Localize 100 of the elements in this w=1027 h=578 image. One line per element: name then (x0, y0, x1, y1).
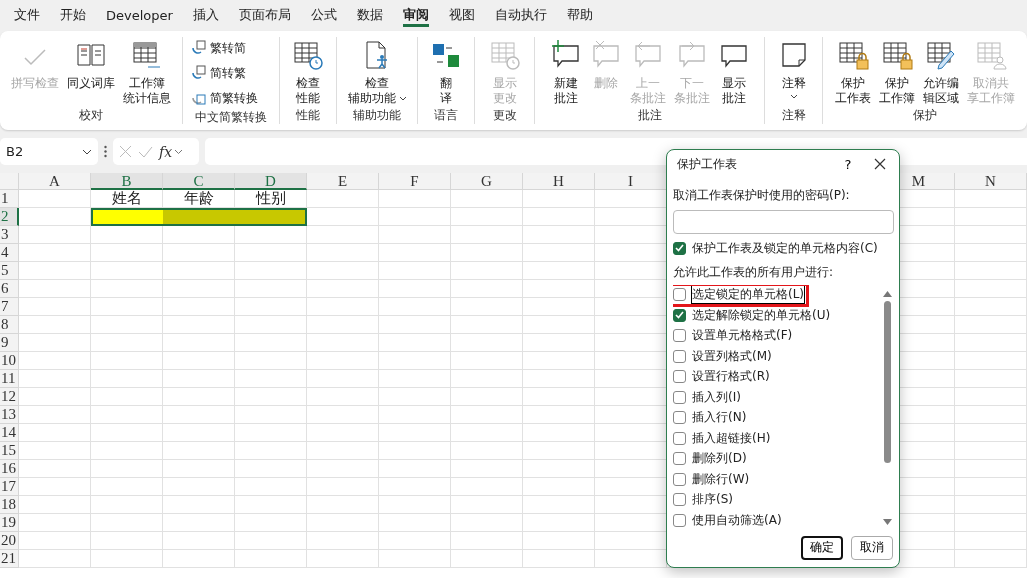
column-header[interactable]: I (595, 173, 667, 190)
cancel-icon[interactable] (119, 145, 132, 158)
caret-icon (174, 148, 184, 155)
menu-tab[interactable]: Developer (96, 2, 183, 28)
column-header[interactable]: N (955, 173, 1027, 190)
more-icon[interactable] (104, 145, 107, 158)
column-header[interactable]: G (451, 173, 523, 190)
menu-tab[interactable]: 文件 (4, 2, 50, 28)
row-header[interactable]: 6 (0, 280, 19, 298)
row-header[interactable]: 1 (0, 190, 19, 208)
ribbon-button[interactable]: 允许编辑区域 (920, 37, 962, 107)
dialog-title: 保护工作表 (677, 155, 738, 173)
checkbox-label: 删除行(W) (692, 470, 750, 488)
column-header[interactable]: F (379, 173, 451, 190)
group-label: 性能 (295, 107, 321, 124)
menu-tab[interactable]: 视图 (438, 2, 485, 28)
row-header[interactable]: 18 (0, 496, 19, 514)
checkbox[interactable] (673, 288, 686, 302)
row-header[interactable]: 4 (0, 244, 19, 262)
ribbon-button[interactable]: 保护工作簿 (876, 37, 918, 107)
check-icon[interactable] (138, 145, 153, 158)
row-header[interactable]: 19 (0, 514, 19, 532)
ribbon-button[interactable]: 简繁转换 (187, 87, 275, 109)
menu-tab[interactable]: 页面布局 (228, 2, 301, 28)
checkbox[interactable] (673, 329, 686, 343)
checkbox[interactable] (673, 513, 686, 527)
menu-tab[interactable]: 审阅 (392, 2, 439, 28)
column-header[interactable]: C (163, 173, 235, 190)
checkbox-label: 使用自动筛选(A) (692, 511, 782, 529)
row-header[interactable]: 11 (0, 370, 19, 388)
checkbox[interactable] (673, 349, 686, 363)
row-header[interactable]: 10 (0, 352, 19, 370)
scroll-down-icon[interactable] (882, 518, 892, 525)
ribbon-button[interactable]: 显示批注 (714, 37, 753, 107)
row-header[interactable]: 3 (0, 226, 19, 244)
checkbox[interactable] (673, 493, 686, 507)
scroll-up-icon[interactable] (882, 290, 892, 297)
scrollbar-thumb[interactable] (883, 300, 891, 463)
menu-tab[interactable]: 公式 (300, 2, 347, 28)
ribbon-button[interactable]: 同义词库 (64, 37, 118, 107)
column-header[interactable]: E (307, 173, 379, 190)
row-header[interactable]: 15 (0, 442, 19, 460)
menu-tab[interactable]: 自动执行 (484, 2, 557, 28)
cancel-button[interactable]: 取消 (851, 535, 893, 560)
insert-function-button[interactable]: fx (159, 143, 184, 160)
group-label: 注释 (780, 107, 807, 124)
filled-cell[interactable] (163, 208, 235, 226)
row-header[interactable]: 14 (0, 424, 19, 442)
ok-button[interactable]: 确定 (801, 535, 843, 560)
checkbox[interactable] (673, 431, 686, 445)
filled-cell[interactable] (235, 208, 307, 226)
checkbox[interactable] (673, 241, 686, 255)
row-header[interactable]: 9 (0, 334, 19, 352)
ribbon-button[interactable]: 翻译 (427, 37, 465, 107)
menu-tab[interactable]: 数据 (346, 2, 393, 28)
filled-cell[interactable] (91, 208, 163, 226)
checkbox-label: 插入超链接(H) (692, 429, 771, 447)
ribbon-button[interactable]: 保护工作表 (832, 37, 874, 107)
column-header[interactable]: D (235, 173, 307, 190)
menu-tab[interactable]: 开始 (50, 2, 96, 28)
table-cell[interactable]: 姓名 (91, 190, 163, 208)
column-header[interactable]: B (91, 173, 163, 190)
row-header[interactable]: 13 (0, 406, 19, 424)
ribbon-button[interactable]: 检查辅助功能 (344, 37, 410, 107)
convert-icon (190, 65, 206, 81)
table-cell[interactable]: 性别 (235, 190, 307, 208)
checkbox-label: 删除列(D) (692, 450, 747, 468)
row-header[interactable]: 17 (0, 478, 19, 496)
row-header[interactable]: 7 (0, 298, 19, 316)
checkbox-label: 选定锁定的单元格(L) (692, 286, 805, 304)
menu-tab[interactable]: 帮助 (556, 2, 603, 28)
row-header[interactable]: 21 (0, 550, 19, 568)
ribbon-button[interactable]: 新建批注 (546, 37, 585, 107)
ribbon-button[interactable]: 繁转简 (187, 37, 275, 59)
group-label: 校对 (78, 107, 104, 124)
table-cell[interactable]: 年龄 (163, 190, 235, 208)
menu-tab[interactable]: 插入 (182, 2, 229, 28)
checkbox[interactable] (673, 308, 686, 322)
checkbox[interactable] (673, 452, 686, 466)
ribbon-button[interactable]: 注释 (774, 37, 813, 107)
checkbox[interactable] (673, 390, 686, 404)
row-header[interactable]: 16 (0, 460, 19, 478)
ribbon-button[interactable]: 简转繁 (187, 62, 275, 84)
column-header[interactable]: H (523, 173, 595, 190)
row-header[interactable]: 20 (0, 532, 19, 550)
section-label: 允许此工作表的所有用户进行: (673, 263, 835, 281)
checkbox[interactable] (673, 370, 686, 384)
name-box[interactable]: B2 (0, 138, 98, 165)
ribbon-button[interactable]: 工作簿统计信息 (120, 37, 174, 107)
row-header[interactable]: 8 (0, 316, 19, 334)
column-header[interactable]: A (19, 173, 91, 190)
row-header[interactable]: 5 (0, 262, 19, 280)
ribbon-button[interactable]: 检查性能 (289, 37, 327, 107)
checkbox[interactable] (673, 411, 686, 425)
table-lock-icon (837, 39, 869, 71)
password-field[interactable] (673, 210, 894, 234)
help-button[interactable]: ? (835, 152, 861, 176)
row-header[interactable]: 12 (0, 388, 19, 406)
row-header[interactable]: 2 (0, 208, 19, 226)
checkbox[interactable] (673, 472, 686, 486)
